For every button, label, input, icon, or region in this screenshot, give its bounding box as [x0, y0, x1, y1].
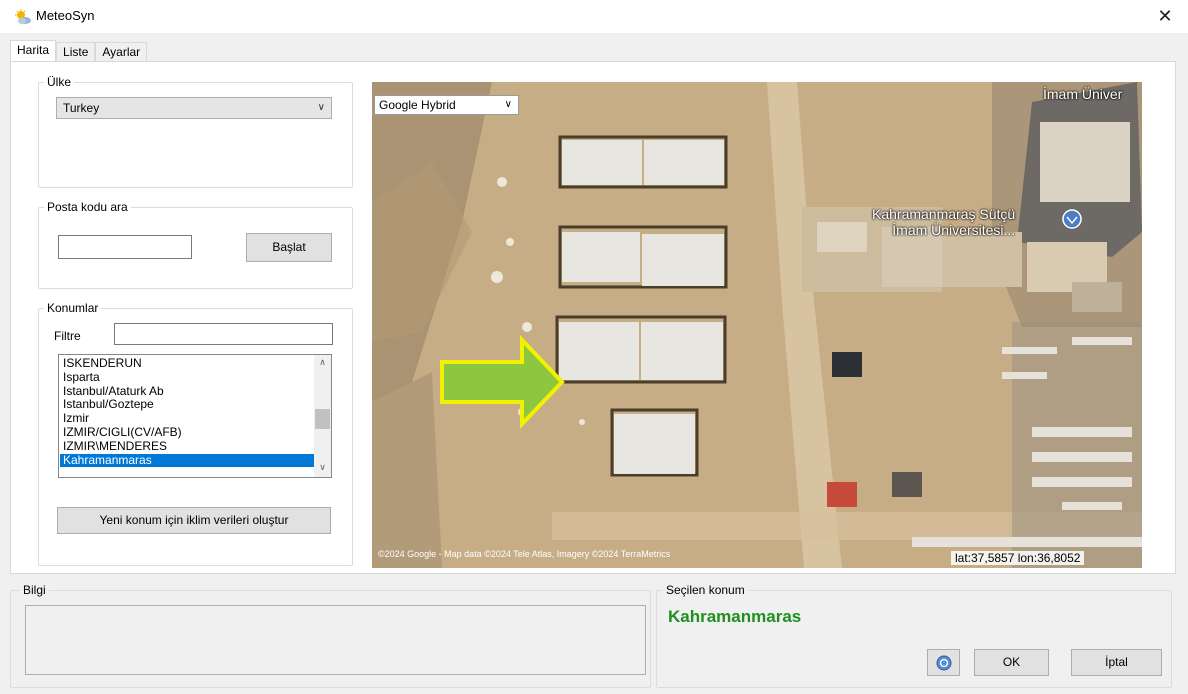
list-item[interactable]: IZMIR/CIGLI(CV/AFB)	[60, 425, 314, 440]
country-select[interactable]: Turkey ∨	[56, 97, 332, 119]
map-place-label: İmam Üniver	[1043, 86, 1123, 102]
selected-location-value: Kahramanmaras	[668, 607, 802, 626]
country-select-value: Turkey	[63, 101, 100, 115]
list-item[interactable]: ISKENDERUN	[60, 356, 314, 371]
list-item[interactable]: Istanbul/Goztepe	[60, 398, 314, 412]
map-imagery	[372, 82, 1142, 568]
app-sun-cloud-icon	[14, 9, 32, 25]
map-layer-select[interactable]: Google Hybrid ∨	[374, 95, 519, 115]
tab-strip: Harita Liste Ayarlar	[10, 40, 148, 63]
locations-scrollbar[interactable]: ∧ ∨	[314, 355, 331, 477]
postcode-input[interactable]	[58, 235, 192, 259]
chevron-down-icon: ∨	[317, 102, 325, 113]
selected-location-label: Seçilen konum	[663, 583, 748, 597]
postcode-group-label: Posta kodu ara	[44, 200, 131, 214]
filter-input[interactable]	[114, 323, 333, 345]
tab-liste[interactable]: Liste	[56, 42, 96, 62]
locations-list[interactable]: ISKENDERUN Isparta Istanbul/Ataturk Ab I…	[58, 354, 332, 478]
help-button[interactable]	[927, 649, 960, 676]
map-poi-label[interactable]: Kahramanmaraş Sütçü İmam Üniversitesi...	[872, 206, 1015, 238]
title-bar: MeteoSyn ✕	[0, 0, 1188, 33]
country-group-label: Ülke	[44, 75, 75, 89]
help-globe-icon	[936, 655, 951, 670]
tab-ayarlar[interactable]: Ayarlar	[95, 42, 148, 62]
map-layer-value: Google Hybrid	[379, 98, 456, 112]
map-poi-label-line2: İmam Üniversitesi...	[892, 222, 1016, 238]
scroll-thumb[interactable]	[315, 409, 330, 429]
list-item[interactable]: Istanbul/Ataturk Ab	[60, 384, 314, 399]
list-item[interactable]: IZMIR\MENDERES	[60, 439, 314, 454]
window-title: MeteoSyn	[36, 8, 95, 23]
tab-harita[interactable]: Harita	[10, 40, 57, 63]
satellite-map[interactable]	[372, 82, 1142, 568]
chevron-down-icon: ∨	[504, 99, 512, 110]
ok-button[interactable]: OK	[974, 649, 1049, 676]
map-coordinates: lat:37,5857 lon:36,8052	[951, 551, 1085, 565]
list-item[interactable]: Izmir	[60, 411, 314, 426]
locations-group-label: Konumlar	[44, 301, 102, 315]
list-item-selected[interactable]: Kahramanmaras	[60, 453, 314, 468]
close-button[interactable]: ✕	[1142, 0, 1188, 33]
scroll-down-icon[interactable]: ∨	[314, 460, 331, 477]
cancel-button[interactable]: İptal	[1071, 649, 1162, 676]
map-poi-label-line1: Kahramanmaraş Sütçü	[872, 206, 1016, 222]
start-button[interactable]: Başlat	[246, 233, 332, 262]
info-group-label: Bilgi	[20, 583, 49, 597]
filter-label: Filtre	[54, 329, 81, 343]
map-pin-icon	[1062, 209, 1082, 229]
info-textarea[interactable]	[25, 605, 646, 675]
create-climate-data-button[interactable]: Yeni konum için iklim verileri oluştur	[57, 507, 331, 534]
scroll-up-icon[interactable]: ∧	[314, 355, 331, 372]
list-item[interactable]: Isparta	[60, 370, 314, 385]
map-copyright: ©2024 Google - Map data ©2024 Tele Atlas…	[378, 549, 671, 559]
